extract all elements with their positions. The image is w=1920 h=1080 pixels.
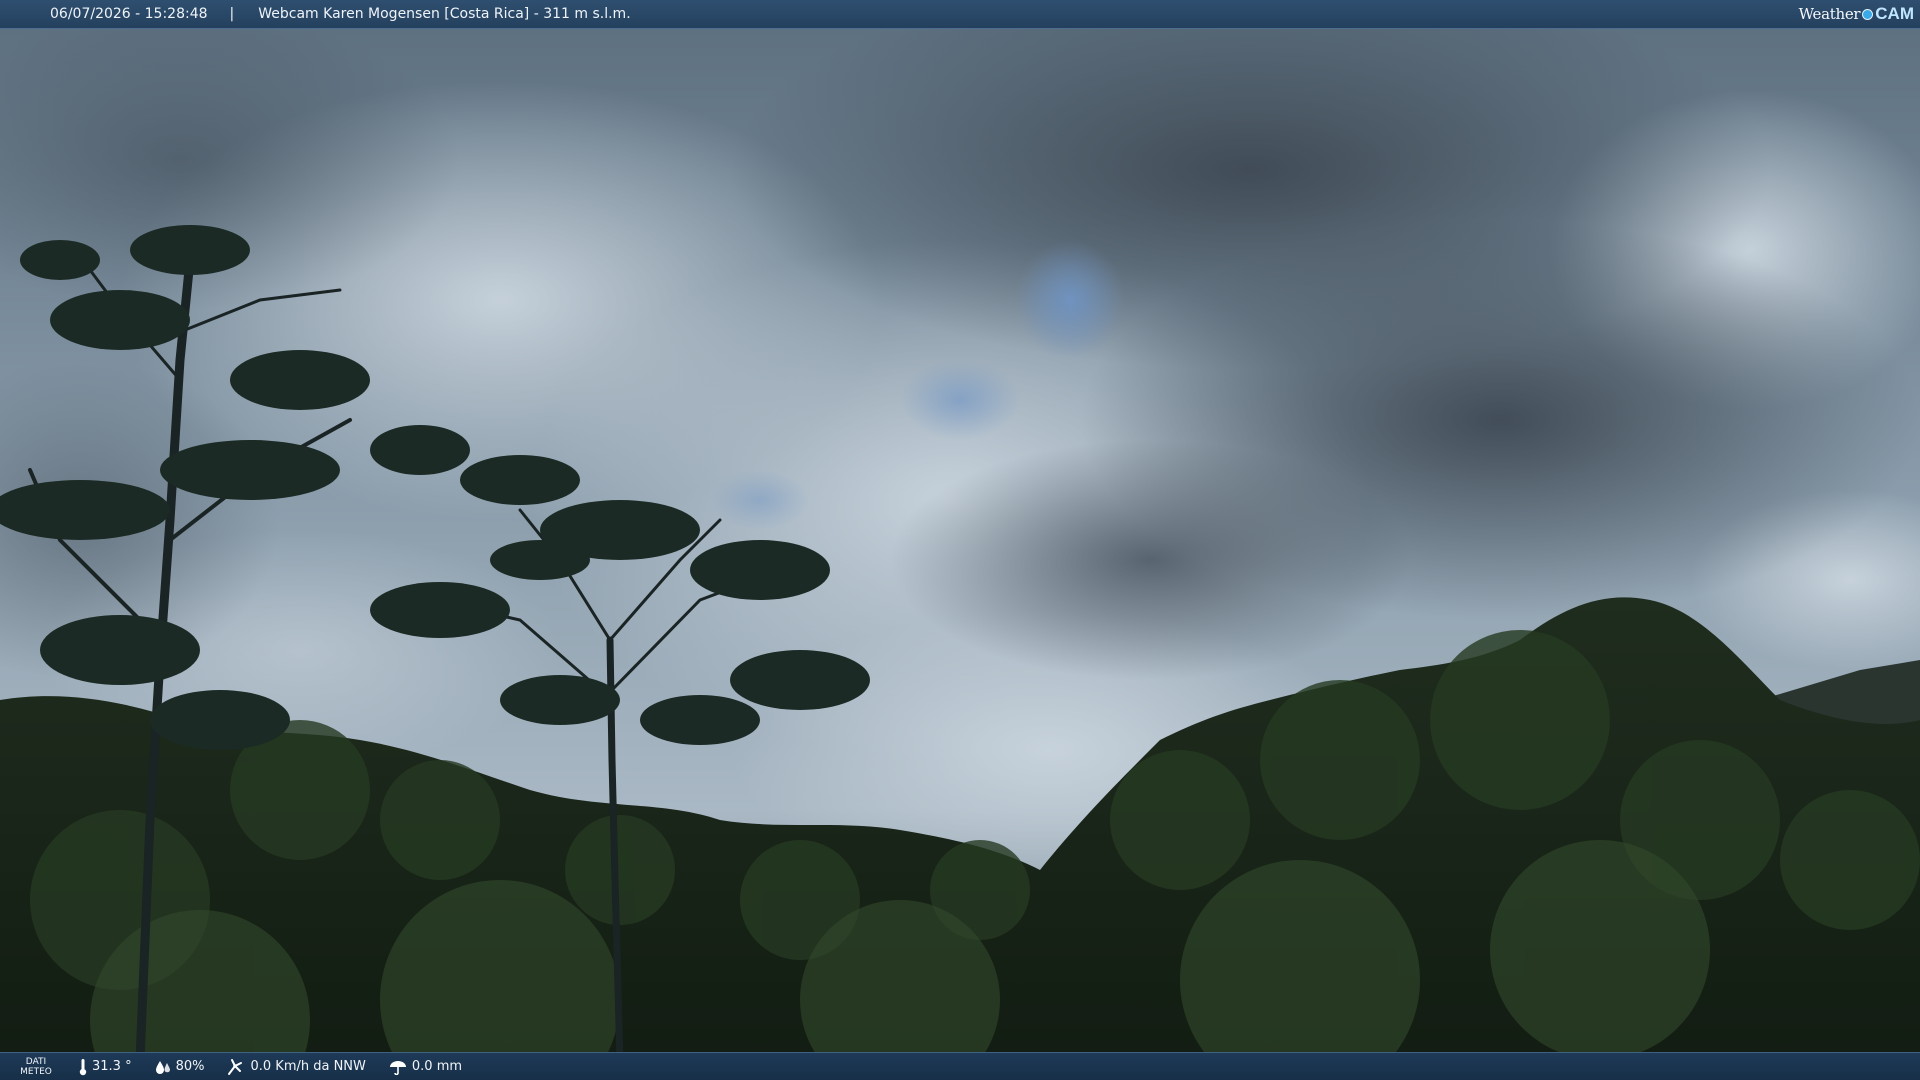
temperature-reading: 31.3 ° [78,1058,132,1076]
weather-data-bar: DATI METEO 31.3 ° 80% 0.0 Km/h da NNW 0.… [0,1052,1920,1080]
humidity-icon [155,1060,170,1074]
separator: | [229,6,235,22]
logo-dot-icon [1862,8,1874,20]
temperature-value: 31.3 ° [92,1059,132,1074]
logo-weather-text: Weather [1798,5,1861,23]
humidity-value: 80% [175,1059,205,1074]
webcam-title: Webcam Karen Mogensen [Costa Rica] - 311… [258,6,631,22]
thermometer-icon [79,1058,87,1075]
webcam-image [0,0,1920,1080]
rain-icon [389,1060,406,1075]
weather-data-label: DATI METEO [20,1056,52,1077]
wind-value: 0.0 Km/h da NNW [250,1059,366,1074]
weathercam-logo[interactable]: Weather CAM [1799,3,1914,25]
logo-cam-text: CAM [1875,4,1914,23]
top-info-bar: 06/07/2026 - 15:28:48 | Webcam Karen Mog… [0,0,1920,29]
wind-icon [228,1058,243,1075]
humidity-reading: 80% [154,1059,205,1075]
rain-reading: 0.0 mm [388,1059,462,1075]
timestamp: 06/07/2026 - 15:28:48 [50,6,208,22]
rain-value: 0.0 mm [411,1059,463,1074]
wind-reading: 0.0 Km/h da NNW [226,1058,366,1076]
